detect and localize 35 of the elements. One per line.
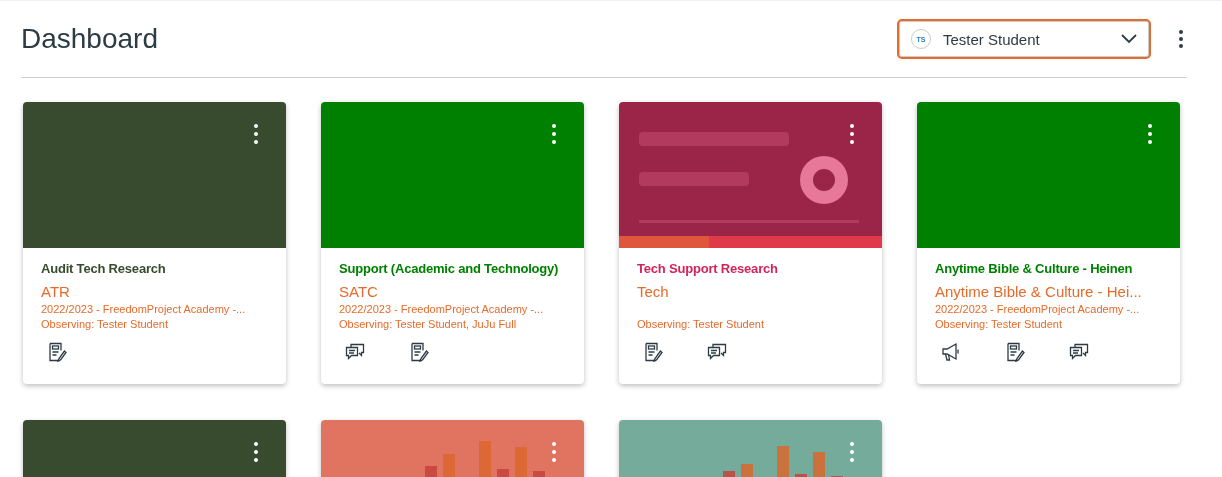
course-title[interactable]: Support (Academic and Technology) [339,261,566,276]
assignments-icon[interactable] [643,342,663,362]
discussions-icon[interactable] [345,342,365,362]
course-card[interactable]: Tech Support Research Tech Observing: Tester Student [619,102,882,384]
course-term: 2022/2023 - FreedomProject Academy -... [339,303,545,315]
course-title[interactable]: Audit Tech Research [41,261,268,276]
discussions-icon[interactable] [1069,342,1089,362]
course-card[interactable]: Audit Tech Research ATR 2022/2023 - FreedomProject Academy -... Observing: Tester Student [23,102,286,384]
course-card[interactable]: Support (Academic and Technology) SATC 2022/2023 - FreedomProject Academy -... Observing: Tester Student, JuJu Full [321,102,584,384]
discussions-icon[interactable] [707,342,727,362]
card-menu-icon[interactable] [850,124,854,144]
card-menu-icon[interactable] [552,124,556,144]
course-code: Tech [637,283,670,300]
card-menu-icon[interactable] [254,124,258,144]
card-menu-icon[interactable] [1148,124,1152,144]
course-term: 2022/2023 - FreedomProject Academy -... [935,303,1141,315]
course-title[interactable]: Tech Support Research [637,261,864,276]
card-menu-icon[interactable] [254,442,258,462]
assignments-icon[interactable] [409,342,429,362]
page-title: Dashboard [21,23,158,55]
course-code: ATR [41,283,71,300]
observing-label: Observing: Tester Student, JuJu Full [339,318,518,330]
observing-label: Observing: Tester Student [637,318,765,330]
chevron-down-icon [1121,34,1137,44]
observing-label: Observing: Tester Student [41,318,169,330]
assignments-icon[interactable] [1005,342,1025,362]
course-code: Anytime Bible & Culture - Hei... [935,283,1143,300]
course-card[interactable]: Anytime Bible & Culture - Heinen Anytime Bible & Culture - Hei... 2022/2023 - FreedomProject Academy -... Observing: Tester Student [917,102,1180,384]
observing-label: Observing: Tester Student [935,318,1063,330]
course-title[interactable]: Anytime Bible & Culture - Heinen [935,261,1162,276]
course-term: 2022/2023 - FreedomProject Academy -... [41,303,247,315]
assignments-icon[interactable] [47,342,67,362]
megaphone-icon[interactable] [941,342,961,362]
course-code: SATC [339,283,379,300]
more-options-icon[interactable] [1179,30,1183,48]
